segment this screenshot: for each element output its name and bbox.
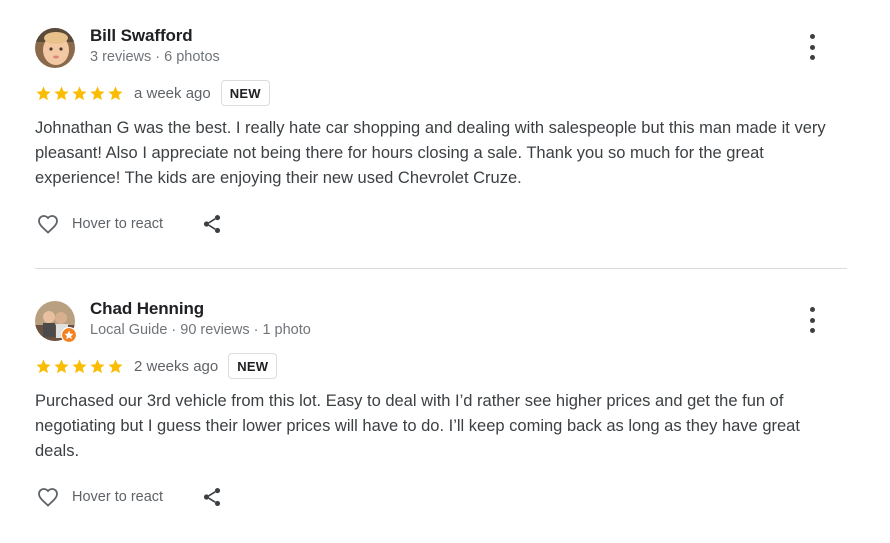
star-icon (36, 358, 51, 373)
react-label: Hover to react (72, 216, 164, 232)
review-header: Bill Swafford 3 reviews · 6 photos (35, 26, 847, 72)
new-badge: NEW (228, 353, 278, 379)
more-vert-icon[interactable] (805, 307, 819, 333)
reviewer-name[interactable]: Bill Swafford (90, 26, 193, 46)
review-card: Chad Henning Local Guide · 90 reviews · … (35, 299, 847, 512)
reviewer-name[interactable]: Chad Henning (90, 299, 204, 319)
star-rating (35, 358, 124, 375)
review-time: 2 weeks ago (134, 357, 219, 375)
star-icon (54, 85, 69, 100)
react-button[interactable]: Hover to react (35, 212, 163, 236)
rating-row: a week ago NEW (35, 78, 847, 108)
review-text: Purchased our 3rd vehicle from this lot.… (35, 392, 800, 460)
reviewer-meta: 3 reviews · 6 photos (90, 49, 220, 65)
reviewer-avatar[interactable] (35, 301, 77, 343)
review-card: Bill Swafford 3 reviews · 6 photos a wee… (35, 26, 847, 239)
star-icon (72, 85, 87, 100)
star-icon (108, 358, 123, 373)
review-actions: Hover to react (35, 482, 847, 512)
react-button[interactable]: Hover to react (35, 485, 163, 509)
heart-icon (38, 488, 58, 507)
react-label: Hover to react (72, 489, 164, 505)
new-badge: NEW (220, 80, 270, 106)
more-vert-icon[interactable] (805, 34, 819, 60)
review-text: Johnathan G was the best. I really hate … (35, 119, 826, 187)
star-icon (90, 358, 105, 373)
heart-icon (38, 215, 58, 234)
share-icon[interactable] (201, 212, 223, 236)
review-divider (35, 268, 847, 269)
review-header: Chad Henning Local Guide · 90 reviews · … (35, 299, 847, 345)
review-actions: Hover to react (35, 209, 847, 239)
local-guide-badge-icon (61, 327, 77, 343)
star-icon (108, 85, 123, 100)
reviewer-meta: Local Guide · 90 reviews · 1 photo (90, 322, 311, 338)
review-time: a week ago (134, 84, 211, 102)
star-icon (72, 358, 87, 373)
star-icon (36, 85, 51, 100)
rating-row: 2 weeks ago NEW (35, 351, 847, 381)
reviewer-avatar[interactable] (35, 28, 75, 68)
star-icon (54, 358, 69, 373)
share-icon[interactable] (201, 485, 223, 509)
star-icon (90, 85, 105, 100)
star-rating (35, 85, 124, 102)
